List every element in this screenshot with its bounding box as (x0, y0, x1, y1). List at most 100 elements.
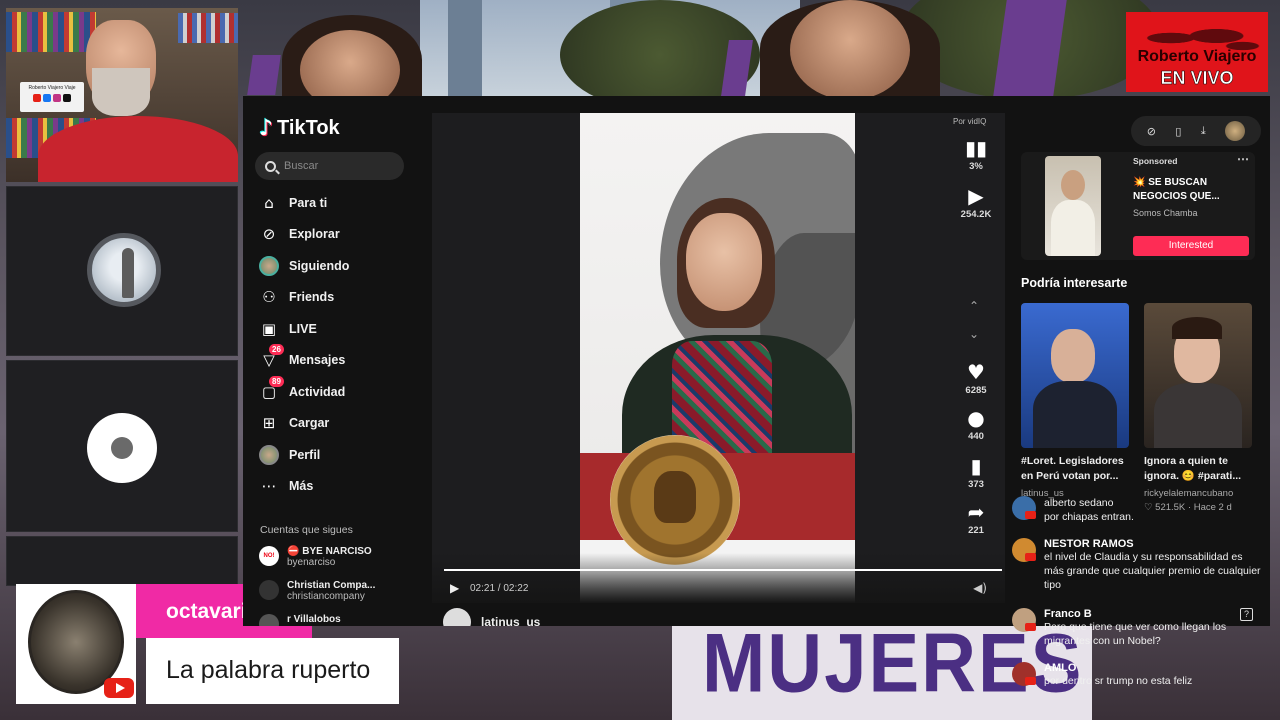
youtube-icon (1025, 623, 1036, 631)
interested-button[interactable]: Interested (1133, 236, 1249, 256)
nav-label: Actividad (289, 385, 346, 399)
recommendation-card[interactable]: Ignora a quien te ignora. 😊 #parati... r… (1144, 303, 1252, 513)
following-account[interactable]: Christian Compa... christiancompany (259, 580, 375, 602)
guest-tile-3[interactable] (6, 536, 238, 586)
host-sign-text: Roberto Viajero Viaje (28, 85, 76, 91)
vidiq-watermark: Por vidIQ (953, 117, 987, 126)
chat-highlight-message: La palabra ruperto (146, 638, 399, 704)
nav-label: LIVE (289, 322, 317, 336)
save-button[interactable]: ▮ 373 (947, 455, 1005, 490)
nav-live[interactable]: ▣ LIVE (259, 318, 317, 340)
nav-para-ti[interactable]: ⌂ Para ti (259, 192, 327, 214)
nav-actividad[interactable]: ▢ 89 Actividad (259, 376, 346, 403)
shares-count: 221 (968, 525, 984, 536)
chat-text: Pero que tiene que ver como llegan los m… (1044, 621, 1227, 647)
chat-avatar (1012, 608, 1036, 632)
following-account[interactable]: r Villalobos (259, 614, 341, 626)
download-icon[interactable]: ⤓ (1201, 124, 1206, 138)
video-player[interactable]: Por vidIQ ▮▮ 3% ▶ 254.2K ⌃ ⌄ ♥ 6285 ● 44… (432, 113, 1005, 603)
bar-chart-icon: ▮▮ (964, 136, 987, 160)
chat-avatar (1012, 496, 1036, 520)
user-avatar[interactable] (1225, 121, 1246, 141)
nav-perfil[interactable]: Perfil (259, 444, 320, 466)
nav-cargar[interactable]: ⊞ Cargar (259, 412, 330, 434)
chat-text: por chiapas entran. (1044, 511, 1134, 523)
recommendation-thumbnail (1144, 303, 1252, 448)
nav-mas[interactable]: ⋯ Más (259, 475, 314, 497)
thumbnail-hair (1172, 317, 1222, 339)
video-actions: Por vidIQ ▮▮ 3% ▶ 254.2K ⌃ ⌄ ♥ 6285 ● 44… (947, 113, 1005, 603)
badge-live-label: EN VIVO (1160, 68, 1234, 89)
thumbnail-suit (1033, 381, 1117, 448)
play-icon[interactable]: ▶ (450, 581, 459, 595)
heart-icon: ♥ (967, 360, 985, 384)
badge-channel-name: Roberto Viajero (1137, 48, 1257, 65)
help-icon[interactable]: ? (1240, 608, 1253, 621)
video-frame[interactable] (580, 113, 855, 603)
tiktok-icon (63, 94, 71, 102)
nav-siguiendo[interactable]: Siguiendo (259, 255, 349, 277)
stats-button[interactable]: ▮▮ 3% (947, 137, 1005, 172)
chevron-down-icon[interactable]: ⌄ (969, 327, 979, 341)
phone-icon[interactable]: ▯ (1175, 125, 1181, 138)
nav-label: Para ti (289, 196, 328, 210)
views-button[interactable]: ▶ 254.2K (947, 185, 1005, 220)
tiktok-sidebar: ♪ TikTok ⌂ Para ti ⊘ Explorar Siguiendo … (243, 96, 432, 626)
following-account[interactable]: NO! ⛔ BYE NARCISO byenarciso (259, 546, 372, 568)
play-icon: ▶ (968, 184, 984, 208)
account-avatar (259, 614, 279, 626)
tiktok-wordmark: TikTok (277, 117, 340, 139)
share-icon: ➦ (967, 500, 985, 524)
background-person (790, 0, 910, 100)
guest-tile-2[interactable] (6, 360, 238, 532)
recommendation-card[interactable]: #Loret. Legisladores en Perú votan por..… (1021, 303, 1129, 499)
statue-avatar (87, 233, 161, 307)
share-button[interactable]: ➦ 221 (947, 501, 1005, 536)
chat-author: Franco B (1044, 608, 1092, 620)
thumbnail-face (1051, 329, 1095, 383)
bookmark-icon: ▮ (970, 454, 982, 478)
user-placeholder-icon (87, 413, 157, 483)
sponsored-card[interactable]: Sponsored ⋯ 💥 SE BUSCAN NEGOCIOS QUE... … (1021, 152, 1255, 260)
account-handle: christiancompany (287, 591, 365, 602)
video-progress-bar[interactable] (444, 569, 1002, 571)
search-icon (265, 160, 276, 172)
channel-logo (16, 584, 136, 704)
video-controls: ▶ 02:21 / 02:22 ◀) (432, 553, 1005, 603)
tiktok-logo[interactable]: ♪ TikTok (259, 116, 340, 141)
thumbnail-person (1051, 200, 1095, 256)
guest-tile-1[interactable] (6, 186, 238, 356)
chat-message: AMLO por dentro sr trump no esta feliz (1012, 662, 1262, 688)
recommendation-caption: Ignora a quien te ignora. 😊 #parati... (1144, 455, 1242, 482)
more-icon: ⋯ (261, 477, 277, 495)
comment-icon: ● (967, 406, 985, 430)
following-accounts-title: Cuentas que sigues (260, 524, 353, 536)
chat-author: alberto sedano (1044, 497, 1114, 509)
like-button[interactable]: ♥ 6285 (947, 361, 1005, 396)
account-handle: byenarciso (287, 557, 336, 568)
host-beard (92, 68, 150, 116)
chat-avatar (1012, 538, 1036, 562)
nav-label: Perfil (289, 448, 321, 462)
video-author[interactable]: latinus_us (443, 608, 540, 626)
nav-explorar[interactable]: ⊘ Explorar (259, 223, 340, 245)
following-avatar-icon (259, 256, 279, 276)
volume-icon[interactable]: ◀) (973, 581, 987, 595)
compass-icon[interactable]: ⊘ (1147, 125, 1156, 138)
chat-message: NESTOR RAMOS el nivel de Claudia y su re… (1012, 538, 1262, 592)
account-avatar: NO! (259, 546, 279, 566)
instagram-icon (53, 94, 61, 102)
tiktok-note-icon: ♪ (259, 116, 274, 141)
host-sign: Roberto Viajero Viaje (20, 82, 84, 112)
comment-button[interactable]: ● 440 (947, 407, 1005, 442)
nav-label: Explorar (289, 227, 340, 241)
speaker-face (686, 213, 762, 311)
chevron-up-icon[interactable]: ⌃ (969, 299, 979, 313)
nav-friends[interactable]: ⚇ Friends (259, 286, 334, 308)
nav-mensajes[interactable]: ▽ 26 Mensajes (259, 344, 345, 371)
upload-icon: ⊞ (262, 414, 276, 432)
more-options-icon[interactable]: ⋯ (1237, 152, 1249, 166)
search-input[interactable] (284, 160, 394, 172)
search-bar[interactable] (255, 152, 404, 180)
channel-badge: Roberto Viajero EN VIVO (1126, 12, 1268, 92)
